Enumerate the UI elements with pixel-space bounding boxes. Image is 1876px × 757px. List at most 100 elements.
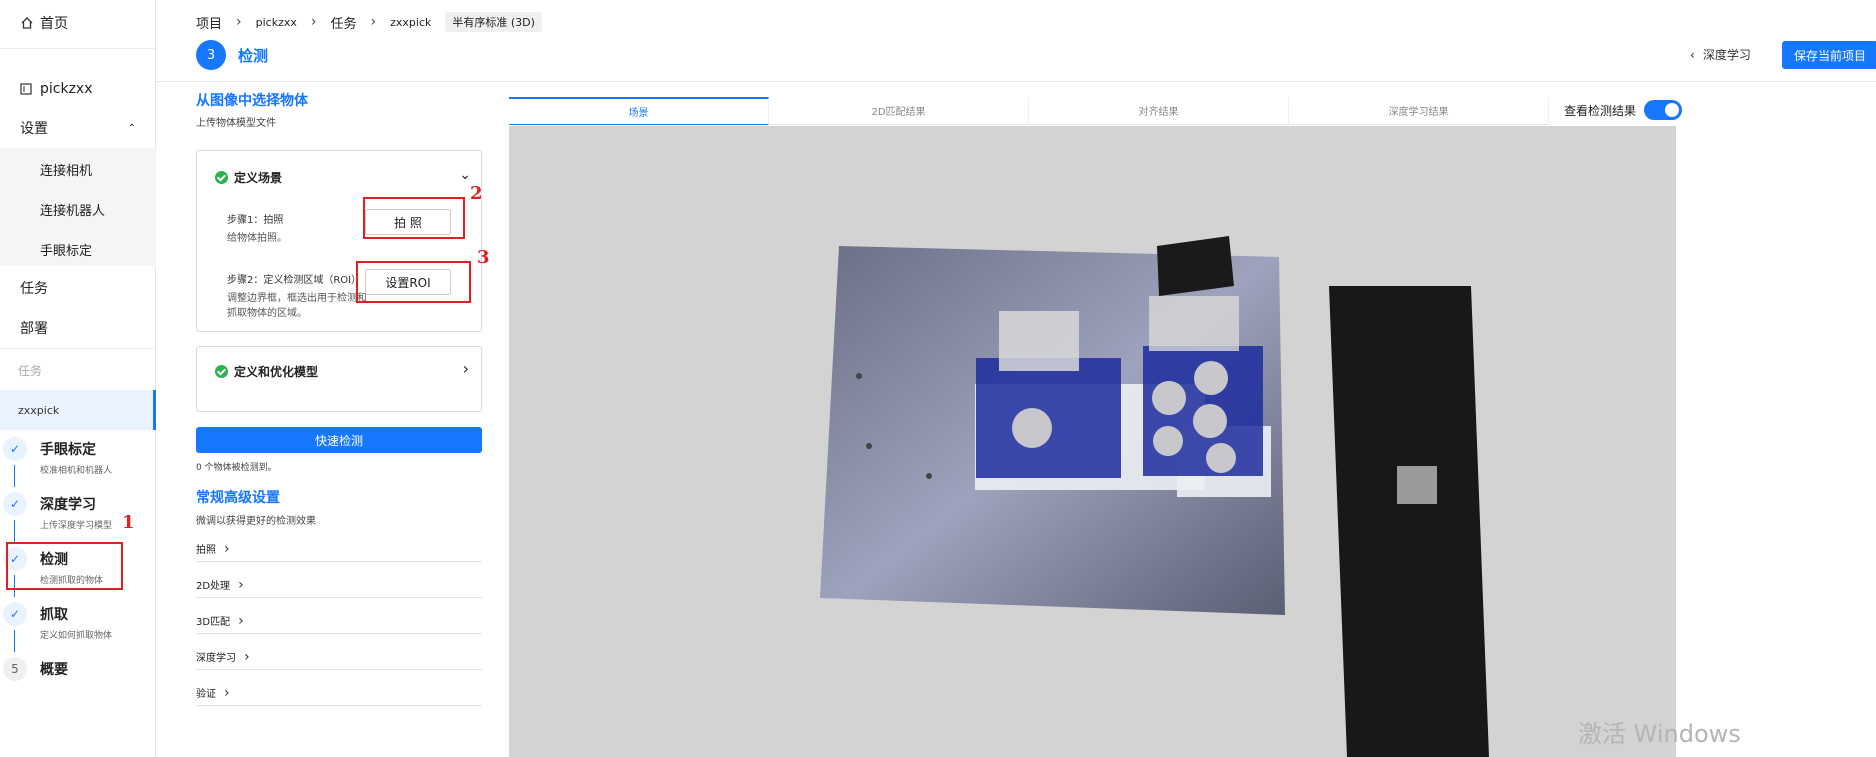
divider [0,48,156,49]
step2-label: 步骤2：定义检测区域（ROI） [227,275,362,286]
annotation-number-1: 1 [122,512,135,533]
chevron-right-icon: › [236,14,242,30]
breadcrumb-zxxpick[interactable]: zxxpick [390,16,431,29]
toggle-label: 查看检测结果 [1564,103,1637,118]
detect-count: 0 个物体被检测到。 [196,463,277,473]
define-scene-title: 定义场景 [234,171,283,185]
chevron-right-icon: › [310,14,317,30]
step1-label: 步骤1：拍照 [227,215,284,226]
nav-task-label: 任务 [20,281,48,297]
quick-detect-button[interactable]: 快速检测 [196,427,482,453]
page-title-text: 检测 [238,46,269,65]
project-icon [20,83,32,95]
adv-label: 拍照 [196,545,216,556]
breadcrumb-pickzxx[interactable]: pickzxx [256,16,297,29]
nav-settings-label: 设置 [20,121,48,137]
step1-desc: 给物体拍照。 [227,233,287,244]
define-model-header: 定义和优化模型 [215,363,318,380]
step-title: 抓取 [40,607,68,623]
check-icon: ✓ [3,492,27,516]
nav-home-label: 首页 [40,16,68,32]
step-title: 深度学习 [40,497,96,513]
step-desc: 上传深度学习模型 [40,521,113,531]
annotation-number-3: 3 [477,247,490,268]
adv-capture[interactable]: 拍照 › [196,536,482,562]
define-model-card[interactable]: 定义和优化模型 › [196,346,482,412]
back-to-deep-learning[interactable]: ‹ 深度学习 [1690,46,1751,63]
nav-task[interactable]: 任务 [0,276,156,300]
chevron-right-icon: › [238,612,244,629]
define-scene-card: 定义场景 ⌄ 步骤1：拍照 给物体拍照。 拍 照 步骤2：定义检测区域（ROI）… [196,150,482,332]
divider [0,348,156,349]
result-tabs: 场景 2D匹配结果 对齐结果 深度学习结果 [509,97,1676,125]
annotation-box-3 [356,261,471,303]
adv-deep-learning[interactable]: 深度学习 › [196,644,482,670]
chevron-right-icon: › [238,576,244,593]
chevron-right-icon: › [244,648,250,665]
step-number-badge: 3 [196,40,226,70]
step-summary[interactable]: 5 概要 [0,657,156,709]
step-connector [14,520,15,542]
adv-label: 验证 [196,689,216,700]
step-number: 5 [3,657,27,681]
advanced-subtitle: 微调以获得更好的检测效果 [196,516,316,527]
step-connector [14,630,15,652]
step-title: 概要 [40,662,68,678]
tab-2d-match[interactable]: 2D匹配结果 [769,97,1029,125]
back-label: 深度学习 [1702,48,1751,62]
view-results-toggle-group: 查看检测结果 [1564,100,1683,120]
current-task-label: zxxpick [18,403,60,417]
nav-deploy[interactable]: 部署 [0,316,156,340]
nav-project-label: pickzxx [40,81,93,97]
breadcrumb: 项目 › pickzxx › 任务 › zxxpick 半有序标准 (3D) [196,12,542,32]
step2-desc: 调整边界框，框选出用于检测和抓取物体的区域。 [227,293,367,319]
adv-2d-processing[interactable]: 2D处理 › [196,572,482,598]
tab-deep-learning[interactable]: 深度学习结果 [1289,97,1549,125]
annotation-box-1 [6,542,123,590]
sidebar: 首页 pickzxx 设置 ⌃ 连接相机 连接机器人 手眼标定 任务 部署 任务… [0,0,156,757]
top-bar: 项目 › pickzxx › 任务 › zxxpick 半有序标准 (3D) 3… [156,0,1876,82]
nav-project[interactable]: pickzxx [0,74,156,104]
nav-home[interactable]: 首页 [0,8,156,38]
chevron-left-icon: ‹ [1690,47,1695,62]
nav-settings[interactable]: 设置 ⌃ [0,112,156,144]
define-model-title: 定义和优化模型 [234,365,319,379]
check-icon: ✓ [3,437,27,461]
breadcrumb-task[interactable]: 任务 [330,13,356,32]
submenu-connect-camera[interactable]: 连接相机 [40,160,92,179]
current-task[interactable]: zxxpick [0,390,156,430]
submenu-hand-eye[interactable]: 手眼标定 [40,240,92,259]
check-icon: ✓ [3,602,27,626]
success-check-icon [215,365,228,378]
adv-label: 3D匹配 [196,617,231,628]
point-cloud-viewer[interactable] [509,126,1676,757]
define-scene-header[interactable]: 定义场景 [215,169,282,186]
step-desc: 校准相机和机器人 [40,466,113,476]
step-title: 手眼标定 [40,442,96,458]
adv-3d-matching[interactable]: 3D匹配 › [196,608,482,634]
adv-label: 2D处理 [196,581,231,592]
tab-scene[interactable]: 场景 [509,97,769,125]
view-results-toggle[interactable] [1644,100,1683,120]
adv-verify[interactable]: 验证 › [196,680,482,706]
adv-label: 深度学习 [196,653,236,664]
tab-alignment[interactable]: 对齐结果 [1029,97,1289,125]
section-subtitle: 上传物体模型文件 [196,118,276,129]
chevron-down-icon[interactable]: ⌄ [459,167,471,183]
nav-deploy-label: 部署 [20,321,48,337]
submenu-connect-robot[interactable]: 连接机器人 [40,200,105,219]
chevron-up-icon: ⌃ [127,122,136,134]
chevron-right-icon: › [370,14,377,30]
object-selection-section: 从图像中选择物体 上传物体模型文件 [196,90,482,129]
breadcrumb-tag: 半有序标准 (3D) [445,12,542,32]
point-cloud-scene [509,126,1676,757]
step-hand-eye[interactable]: ✓ 手眼标定 校准相机和机器人 [0,437,156,489]
step-connector [14,465,15,487]
breadcrumb-project[interactable]: 项目 [196,13,222,32]
annotation-box-2 [363,197,465,239]
step-grasp[interactable]: ✓ 抓取 定义如何抓取物体 [0,602,156,654]
page-title: 3 检测 [196,40,268,70]
save-project-button[interactable]: 保存当前项目 [1782,41,1876,69]
windows-activation-watermark: 激活 Windows [1578,720,1741,748]
chevron-right-icon: › [224,540,230,557]
